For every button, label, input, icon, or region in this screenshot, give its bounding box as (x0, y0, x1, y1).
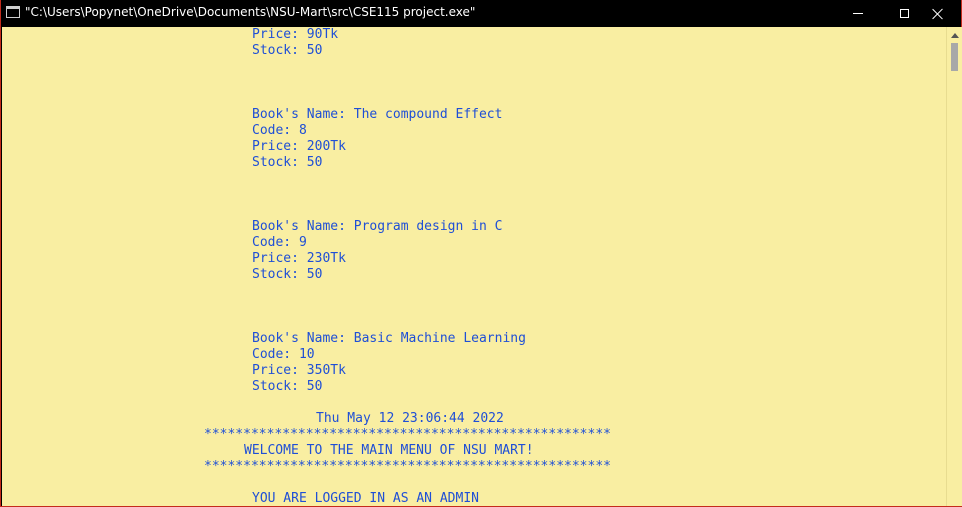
console-window: "C:\Users\Popynet\OneDrive\Documents\NSU… (0, 0, 962, 507)
scrollbar-thumb[interactable] (951, 43, 958, 71)
console-line-divider: ****************************************… (204, 427, 611, 442)
console-line-stock: Stock: 50 (252, 43, 323, 58)
title-bar[interactable]: "C:\Users\Popynet\OneDrive\Documents\NSU… (1, 0, 961, 27)
minimize-button[interactable] (835, 0, 881, 27)
console-output[interactable]: Price: 90Tk Stock: 50 Book's Name: The c… (2, 27, 946, 506)
console-line-code: Code: 9 (252, 235, 307, 250)
console-line-price: Price: 350Tk (252, 363, 346, 378)
console-line-code: Code: 10 (252, 347, 315, 362)
console-line-stock: Stock: 50 (252, 379, 323, 394)
console-line-stock: Stock: 50 (252, 155, 323, 170)
console-line-stock: Stock: 50 (252, 267, 323, 282)
console-line-code: Code: 8 (252, 123, 307, 138)
vertical-scrollbar[interactable] (946, 27, 962, 506)
console-line-price: Price: 90Tk (252, 27, 339, 42)
console-app-icon (6, 6, 20, 18)
console-line-price: Price: 200Tk (252, 139, 346, 154)
console-line-book-name: Book's Name: Program design in C (252, 219, 503, 234)
console-line-divider: ****************************************… (204, 459, 611, 474)
close-button[interactable] (915, 0, 961, 27)
console-line-price: Price: 230Tk (252, 251, 346, 266)
minimize-icon (853, 13, 863, 14)
console-line-welcome: WELCOME TO THE MAIN MENU OF NSU MART! (244, 443, 534, 458)
console-line-book-name: Book's Name: The compound Effect (252, 107, 503, 122)
console-line-book-name: Book's Name: Basic Machine Learning (252, 331, 526, 346)
scroll-up-arrow-icon[interactable] (951, 33, 959, 38)
close-icon (932, 8, 944, 20)
window-title: "C:\Users\Popynet\OneDrive\Documents\NSU… (25, 5, 476, 19)
maximize-icon (899, 9, 909, 18)
console-line-login-status: YOU ARE LOGGED IN AS AN ADMIN (252, 491, 479, 506)
console-line-timestamp: Thu May 12 23:06:44 2022 (316, 411, 504, 426)
